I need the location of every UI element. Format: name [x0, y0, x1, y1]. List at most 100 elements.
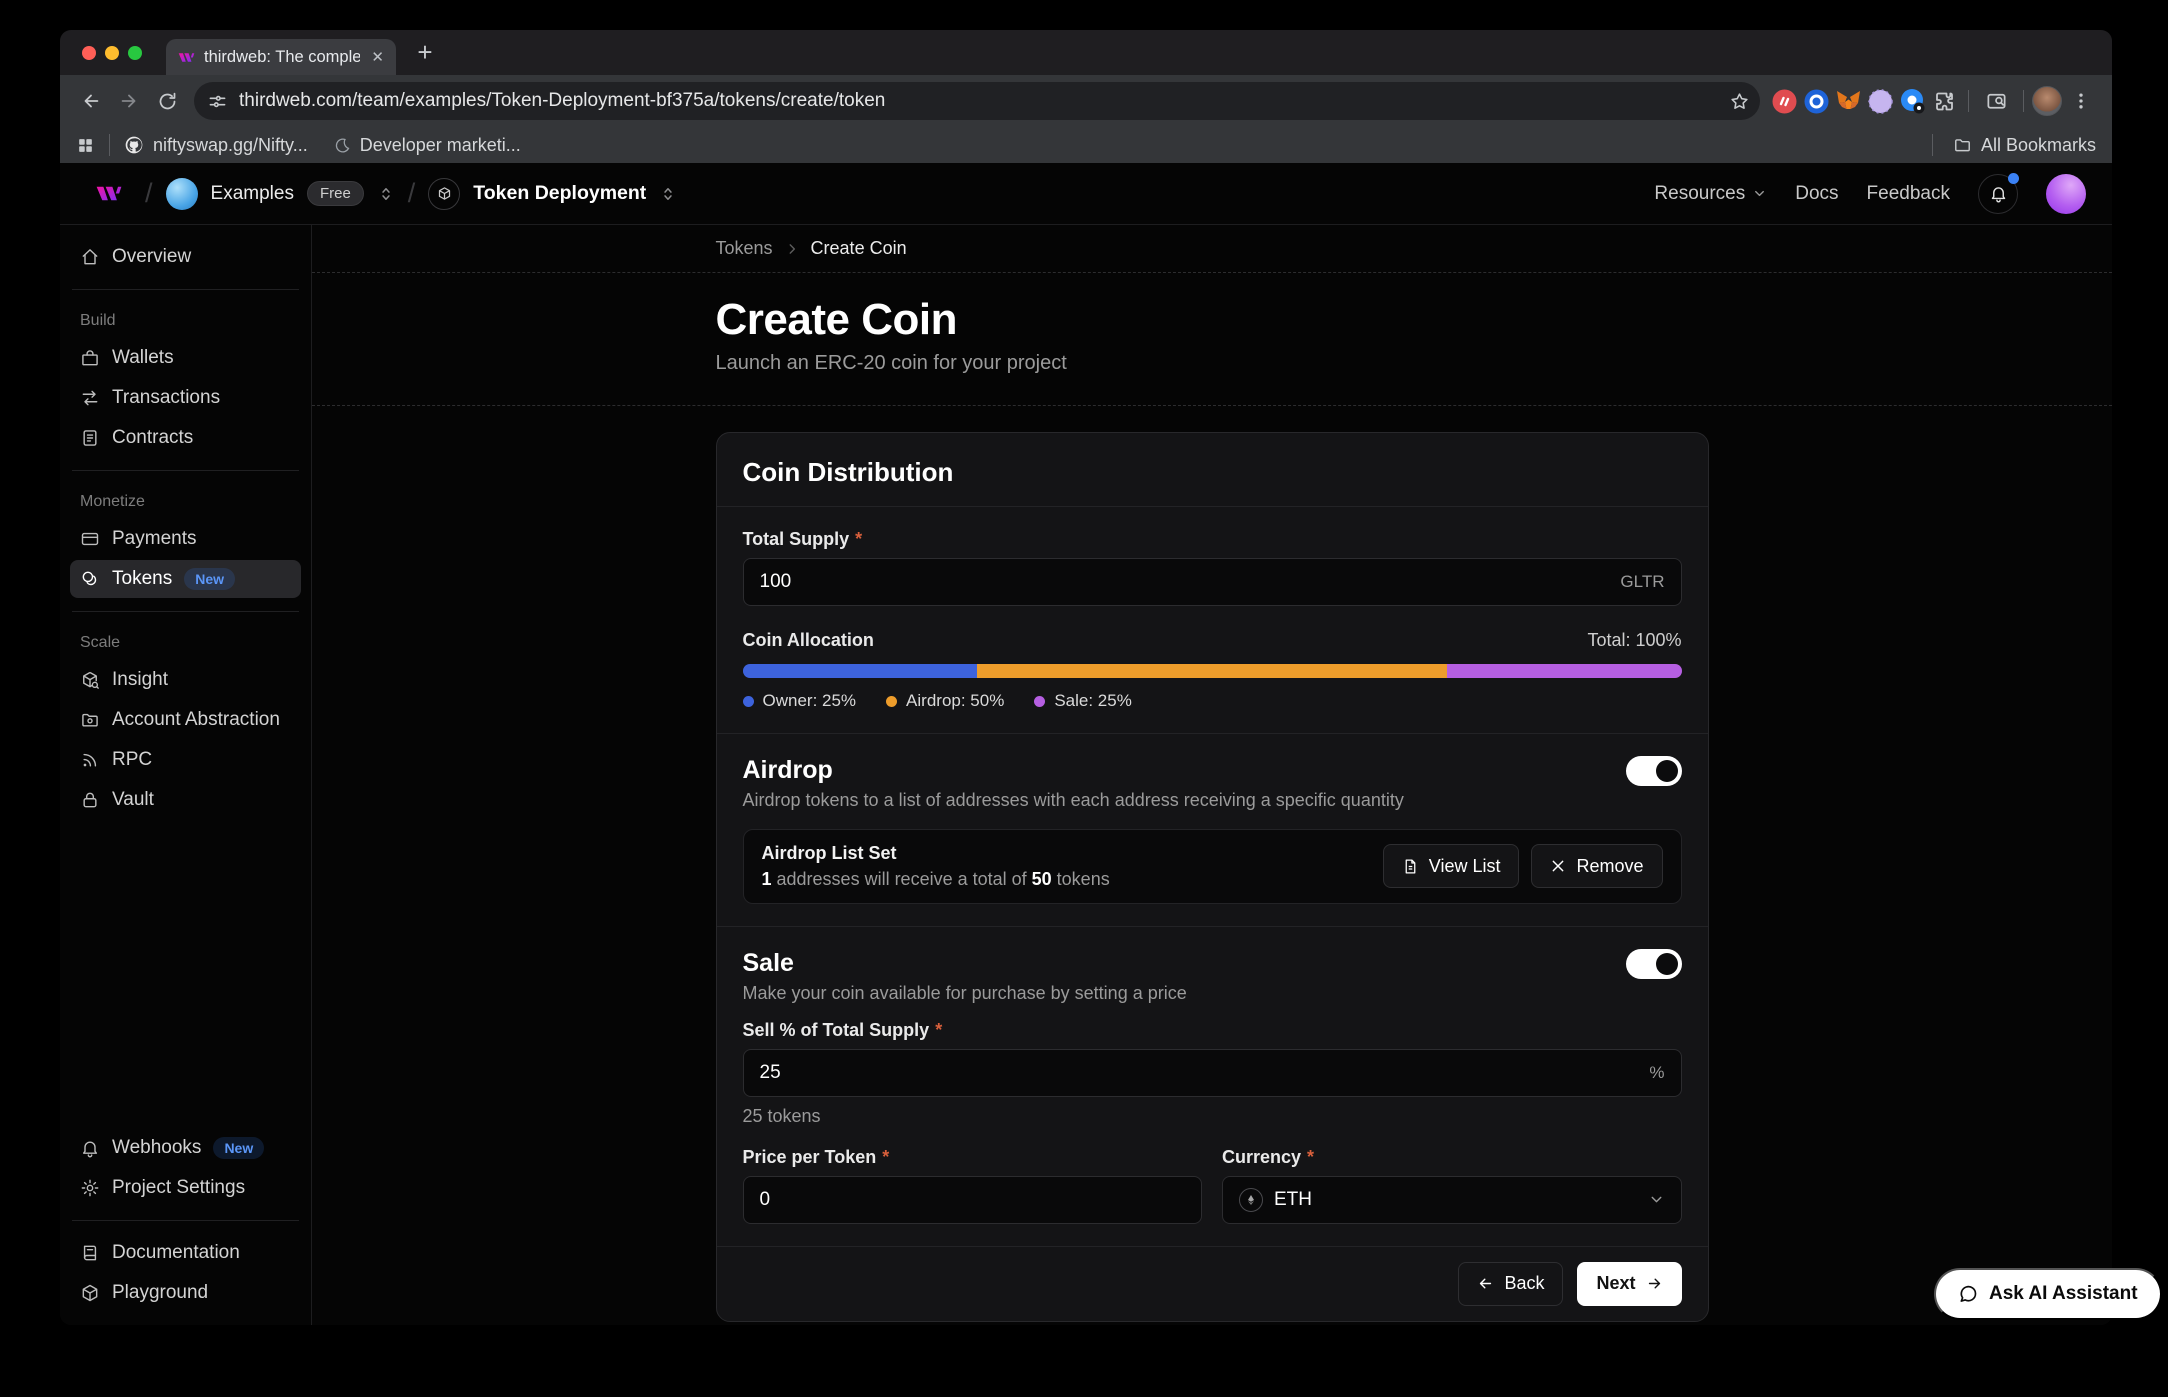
- toggle-knob: [1656, 760, 1678, 782]
- close-window-button[interactable]: [82, 46, 96, 60]
- main-content: Tokens Create Coin Create Coin Launch a: [312, 225, 2112, 1325]
- card-header: Coin Distribution: [717, 433, 1708, 506]
- chrome-menu-button[interactable]: [2062, 82, 2100, 120]
- apps-grid-icon: [76, 136, 95, 155]
- sidebar-spacer: [70, 820, 301, 1128]
- apps-grid-button[interactable]: [76, 136, 95, 155]
- minimize-window-button[interactable]: [105, 46, 119, 60]
- sidebar-item-documentation[interactable]: Documentation: [70, 1234, 301, 1272]
- chevron-down-icon: [1752, 186, 1767, 201]
- sidebar-item-tokens[interactable]: Tokens New: [70, 560, 301, 598]
- legend-dot-airdrop: [886, 696, 897, 707]
- sidebar-item-overview[interactable]: Overview: [70, 238, 301, 276]
- all-bookmarks-button[interactable]: All Bookmarks: [1953, 135, 2096, 156]
- sidebar-item-playground[interactable]: Playground: [70, 1274, 301, 1312]
- browser-toolbar: thirdweb.com/team/examples/Token-Deploym…: [60, 75, 2112, 127]
- sidebar-item-insight[interactable]: Insight: [70, 661, 301, 699]
- allocation-legend: Owner: 25% Airdrop: 50% Sa: [743, 691, 1682, 711]
- account-avatar[interactable]: [2046, 174, 2086, 214]
- extension-lavender-icon[interactable]: [1864, 85, 1896, 117]
- thirdweb-logo[interactable]: [86, 180, 132, 207]
- sidebar-item-label: RPC: [112, 749, 152, 771]
- sidebar-item-contracts[interactable]: Contracts: [70, 419, 301, 457]
- ask-ai-assistant-button[interactable]: Ask AI Assistant: [1934, 1268, 2162, 1320]
- sidebar-item-account-abstraction[interactable]: Account Abstraction: [70, 701, 301, 739]
- sidebar-item-wallets[interactable]: Wallets: [70, 339, 301, 377]
- url-text[interactable]: thirdweb.com/team/examples/Token-Deploym…: [239, 90, 1717, 112]
- next-step-button[interactable]: Next: [1577, 1262, 1681, 1306]
- airdrop-list-title: Airdrop List Set: [762, 843, 1110, 864]
- price-field: Price per Token *: [743, 1147, 1203, 1224]
- site-settings-icon[interactable]: [208, 92, 227, 111]
- currency-select[interactable]: ETH: [1222, 1176, 1682, 1224]
- extension-loom-icon[interactable]: [1896, 85, 1928, 117]
- maximize-window-button[interactable]: [128, 46, 142, 60]
- docs-link[interactable]: Docs: [1795, 183, 1838, 205]
- team-avatar[interactable]: [166, 178, 198, 210]
- extension-blue-ring-icon[interactable]: [1800, 85, 1832, 117]
- sell-percent-input[interactable]: [760, 1062, 1640, 1084]
- view-list-button[interactable]: View List: [1383, 844, 1520, 888]
- page-subtitle: Launch an ERC-20 coin for your project: [716, 352, 1709, 375]
- sidebar-item-webhooks[interactable]: Webhooks New: [70, 1129, 301, 1167]
- tab-search-icon: [1985, 90, 2008, 113]
- airdrop-toggle[interactable]: [1626, 756, 1682, 786]
- airdrop-title: Airdrop: [743, 756, 1404, 785]
- bookmark-developer-marketing[interactable]: Developer marketi...: [334, 135, 521, 156]
- browser-window: thirdweb: The complete web3 ✕ + thirdweb…: [60, 30, 2112, 1325]
- sidebar-item-label: Documentation: [112, 1242, 240, 1264]
- browser-tab[interactable]: thirdweb: The complete web3 ✕: [166, 39, 396, 75]
- extensions-puzzle-icon[interactable]: [1928, 85, 1960, 117]
- signal-icon: [80, 750, 100, 770]
- notifications-button[interactable]: [1978, 174, 2018, 214]
- url-bar[interactable]: thirdweb.com/team/examples/Token-Deploym…: [194, 82, 1760, 120]
- sidebar-item-rpc[interactable]: RPC: [70, 741, 301, 779]
- currency-field: Currency *: [1222, 1147, 1682, 1224]
- project-icon: [428, 178, 460, 210]
- back-step-button[interactable]: Back: [1458, 1262, 1563, 1306]
- sidebar-item-project-settings[interactable]: Project Settings: [70, 1169, 301, 1207]
- feedback-link[interactable]: Feedback: [1867, 183, 1950, 205]
- remove-list-button[interactable]: Remove: [1531, 844, 1662, 888]
- new-tab-button[interactable]: +: [410, 38, 440, 68]
- price-label: Price per Token *: [743, 1147, 1203, 1168]
- nav-divider-slash: /: [145, 178, 153, 209]
- project-switcher-icon[interactable]: [659, 185, 677, 203]
- desktop-background: thirdweb: The complete web3 ✕ + thirdweb…: [0, 0, 2168, 1397]
- reload-icon: [157, 91, 178, 112]
- page-title: Create Coin: [716, 297, 1709, 343]
- resources-menu[interactable]: Resources: [1654, 183, 1767, 205]
- thirdweb-favicon: [178, 49, 195, 66]
- breadcrumb-tokens-link[interactable]: Tokens: [716, 238, 773, 259]
- forward-button[interactable]: [110, 82, 148, 120]
- price-input[interactable]: [760, 1189, 1186, 1211]
- extension-metamask-icon[interactable]: [1832, 85, 1864, 117]
- total-supply-unit: GLTR: [1620, 572, 1664, 592]
- tab-search-button[interactable]: [1977, 82, 2015, 120]
- sidebar-item-payments[interactable]: Payments: [70, 520, 301, 558]
- bell-icon: [1989, 184, 2008, 203]
- kebab-menu-icon: [2071, 91, 2091, 111]
- required-asterisk: *: [882, 1147, 889, 1168]
- chrome-profile-avatar[interactable]: [2032, 86, 2062, 116]
- sale-description: Make your coin available for purchase by…: [743, 983, 1187, 1004]
- total-supply-input[interactable]: [760, 571, 1611, 593]
- extension-pocket-icon[interactable]: [1768, 85, 1800, 117]
- toolbar-separator: [1968, 90, 1969, 112]
- bookmark-niftyswap[interactable]: niftyswap.gg/Nifty...: [124, 135, 308, 156]
- sale-toggle[interactable]: [1626, 949, 1682, 979]
- reload-button[interactable]: [148, 82, 186, 120]
- team-name[interactable]: Examples: [211, 183, 294, 205]
- legend-dot-sale: [1034, 696, 1045, 707]
- back-button[interactable]: [72, 82, 110, 120]
- sidebar-item-transactions[interactable]: Transactions: [70, 379, 301, 417]
- sidebar-item-vault[interactable]: Vault: [70, 781, 301, 819]
- tab-close-icon[interactable]: ✕: [369, 48, 386, 66]
- bookmark-star-icon[interactable]: [1729, 91, 1750, 112]
- chevron-right-icon: [785, 242, 799, 256]
- currency-label: Currency *: [1222, 1147, 1682, 1168]
- tab-strip: thirdweb: The complete web3 ✕ +: [60, 30, 2112, 75]
- project-name[interactable]: Token Deployment: [473, 182, 646, 205]
- arrow-left-icon: [1477, 1275, 1494, 1292]
- team-switcher-icon[interactable]: [377, 185, 395, 203]
